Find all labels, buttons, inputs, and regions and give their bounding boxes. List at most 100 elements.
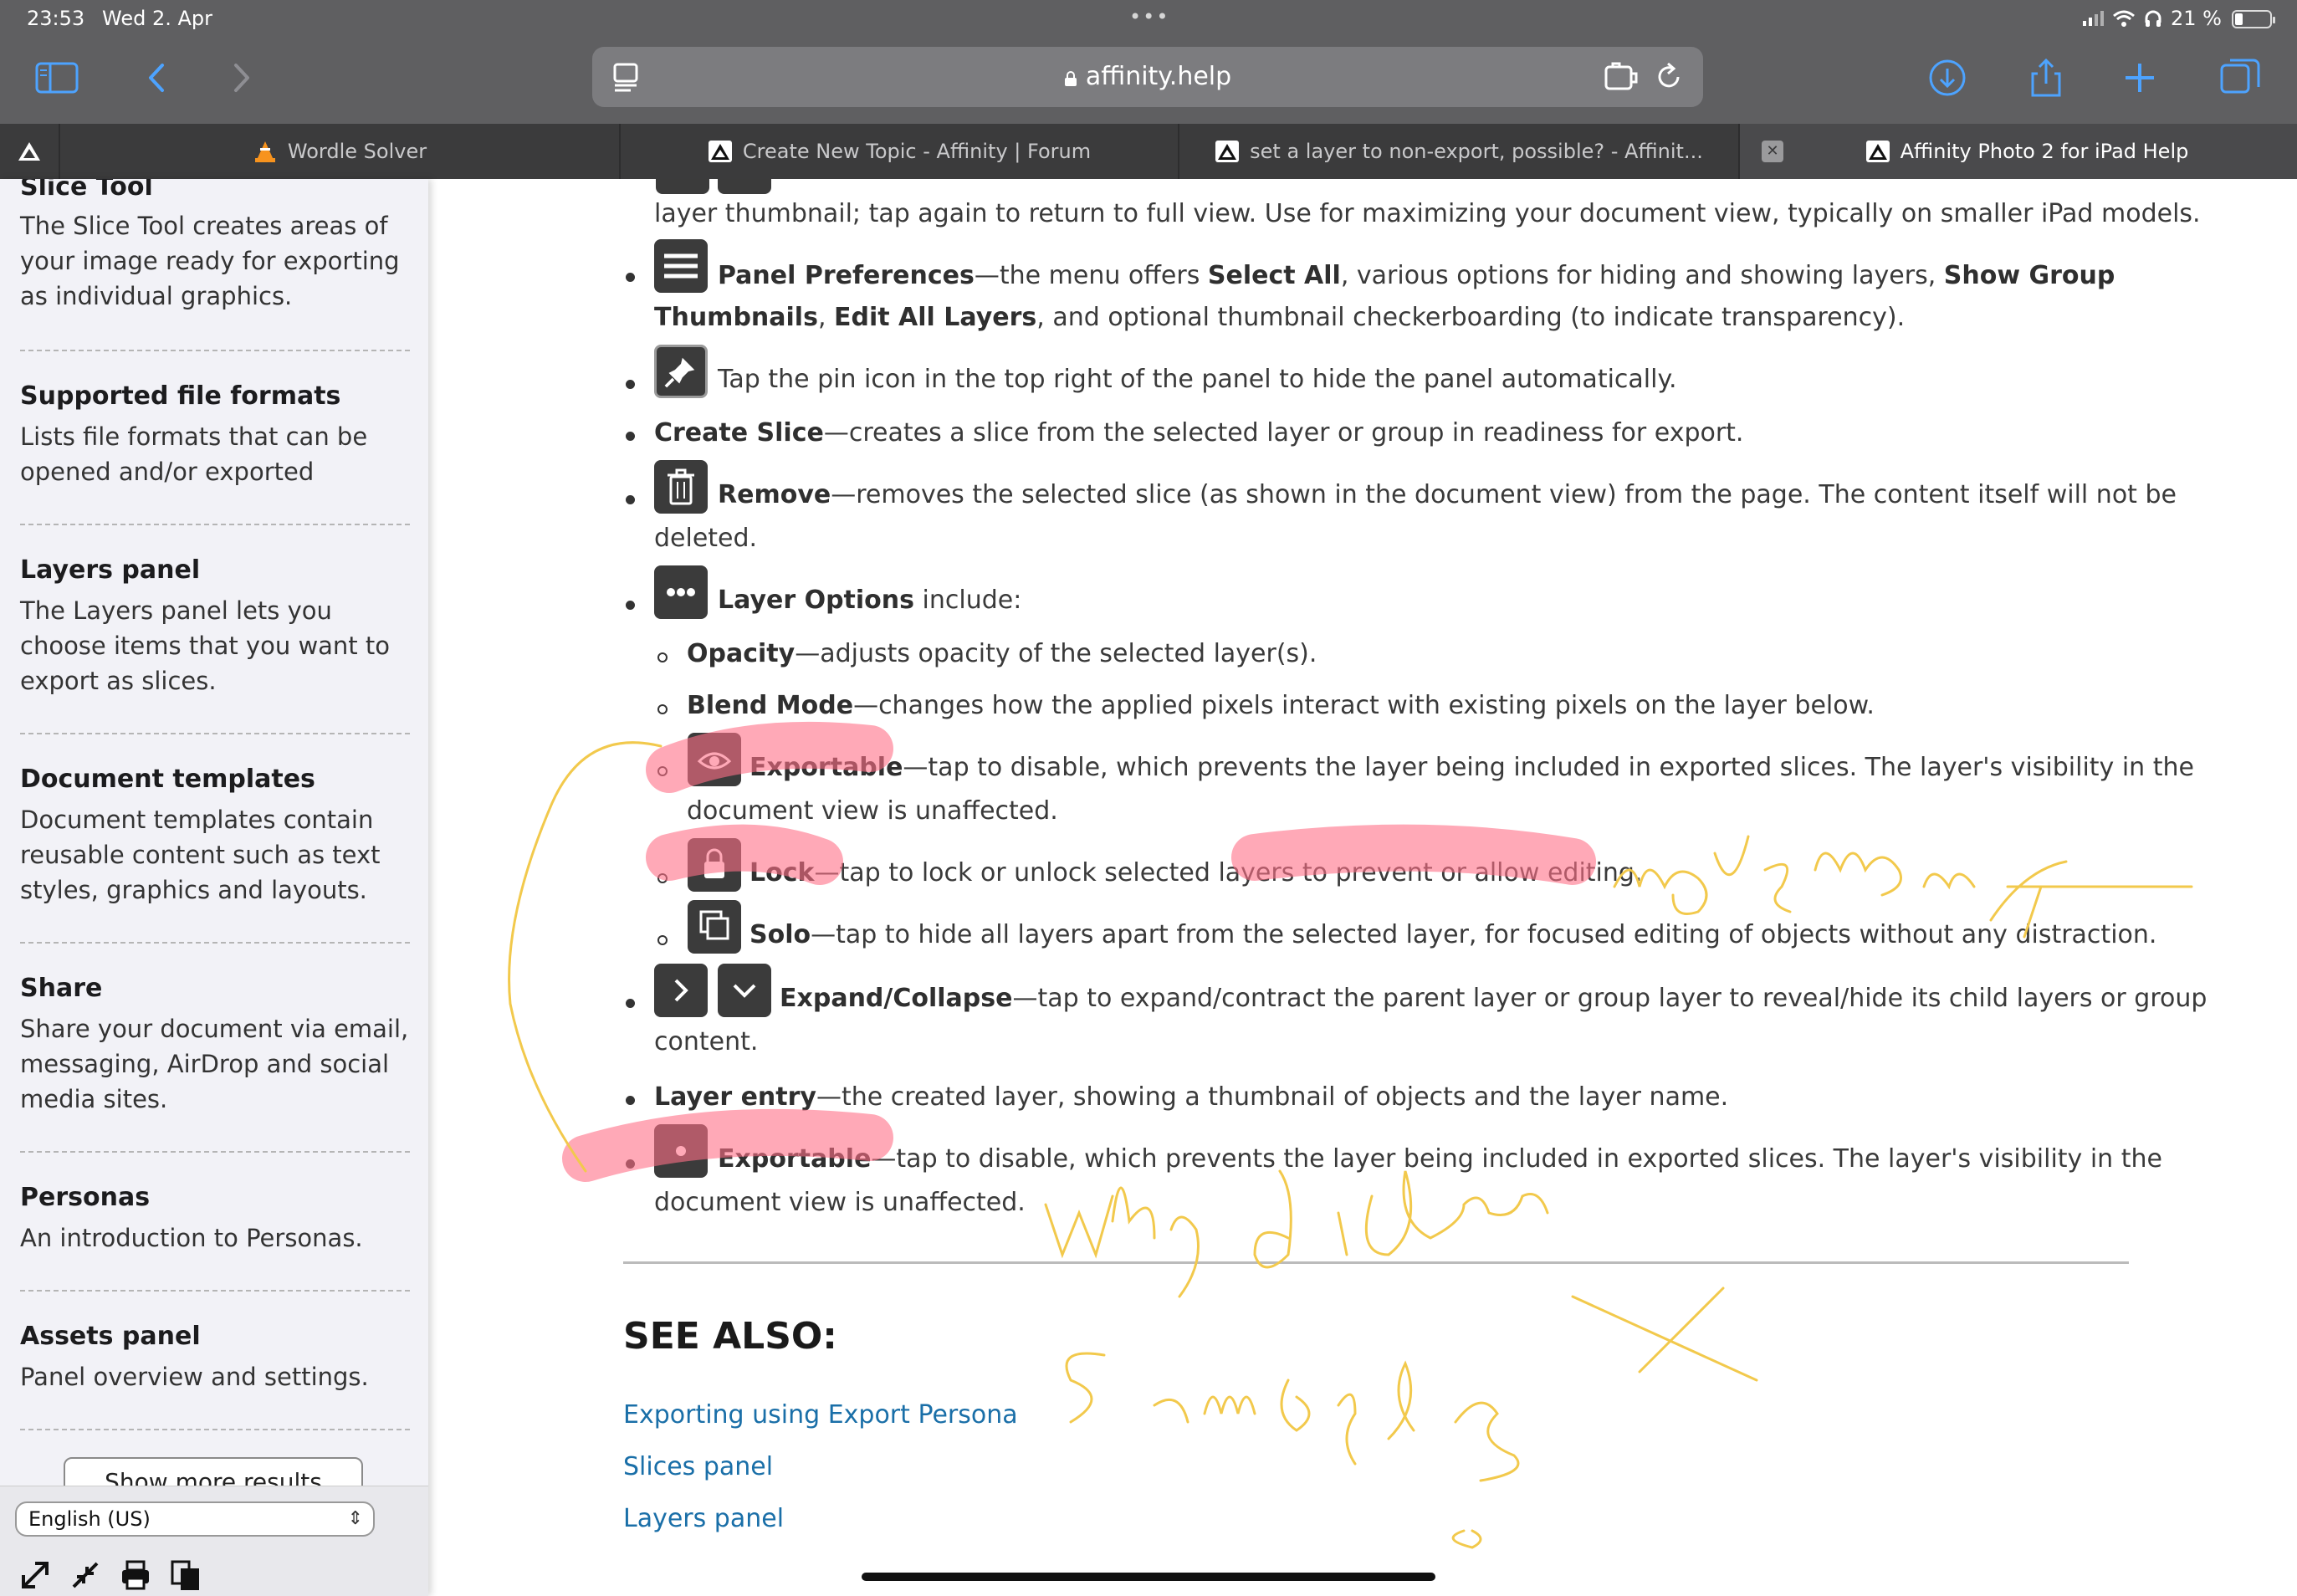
copy-icon[interactable] bbox=[169, 1558, 202, 1592]
result-title[interactable]: Layers panel bbox=[20, 555, 410, 585]
trash-icon bbox=[654, 460, 708, 514]
new-tab-icon[interactable] bbox=[2116, 57, 2163, 99]
result-title[interactable]: Assets panel bbox=[20, 1322, 410, 1351]
search-result[interactable]: Supported file formats Lists file format… bbox=[20, 381, 410, 489]
language-value: English (US) bbox=[28, 1507, 151, 1531]
bullet bbox=[626, 380, 635, 389]
divider bbox=[20, 350, 410, 351]
divider bbox=[20, 733, 410, 734]
sub-bullet bbox=[657, 704, 668, 714]
see-also-heading: SEE ALSO: bbox=[623, 1315, 837, 1358]
search-result[interactable]: Slice Tool The Slice Tool creates areas … bbox=[20, 179, 410, 314]
sub-bullet bbox=[657, 652, 668, 662]
affinity-logo-icon bbox=[17, 140, 42, 163]
search-result[interactable]: Assets panel Panel overview and settings… bbox=[20, 1322, 410, 1394]
exportable-dot-icon bbox=[654, 1124, 708, 1178]
expand-collapse-text-cont: content. bbox=[654, 1027, 759, 1056]
downloads-icon[interactable] bbox=[1924, 57, 1971, 99]
sub-bullet bbox=[657, 873, 668, 883]
address-bar[interactable]: affinity.help bbox=[592, 47, 1703, 107]
result-title[interactable]: Share bbox=[20, 974, 410, 1003]
search-result[interactable]: Share Share your document via email, mes… bbox=[20, 974, 410, 1117]
bullet bbox=[626, 1096, 635, 1105]
result-description: Share your document via email, messaging… bbox=[20, 1015, 409, 1113]
chevron-updown-icon: ⇕ bbox=[347, 1508, 363, 1529]
search-result[interactable]: Document templates Document templates co… bbox=[20, 765, 410, 908]
hamburger-menu-icon bbox=[654, 239, 708, 293]
bullet bbox=[626, 601, 635, 610]
link-export-persona[interactable]: Exporting using Export Persona bbox=[623, 1400, 1018, 1430]
home-indicator[interactable] bbox=[862, 1573, 1435, 1581]
battery-icon bbox=[2232, 10, 2275, 28]
blend-mode-text: Blend Mode—changes how the applied pixel… bbox=[687, 691, 1875, 720]
tab-set-layer-non-export[interactable]: set a layer to non-export, possible? - A… bbox=[1178, 124, 1738, 179]
exportable-eye-icon bbox=[688, 733, 741, 786]
share-icon[interactable] bbox=[2023, 57, 2069, 99]
reload-icon[interactable] bbox=[1653, 60, 1685, 94]
close-tab-icon[interactable]: ✕ bbox=[1762, 141, 1783, 162]
result-description: The Slice Tool creates areas of your ima… bbox=[20, 212, 400, 310]
tab-overview-icon[interactable] bbox=[2217, 57, 2264, 99]
collapse-icon[interactable] bbox=[69, 1558, 102, 1592]
expand-icon[interactable] bbox=[18, 1558, 52, 1592]
url-text[interactable]: affinity.help bbox=[592, 62, 1703, 91]
tab-bar: Wordle Solver Create New Topic - Affinit… bbox=[0, 124, 2297, 179]
result-description: An introduction to Personas. bbox=[20, 1224, 363, 1252]
help-article: layer thumbnail; tap again to return to … bbox=[428, 179, 2297, 1596]
divider bbox=[20, 1429, 410, 1430]
affinity-logo-icon bbox=[1215, 140, 1240, 163]
browser-toolbar: 23:53 Wed 2. Apr ••• 21 % affinity.help bbox=[0, 0, 2297, 124]
result-description: Lists file formats that can be opened an… bbox=[20, 422, 368, 486]
status-indicators: 21 % bbox=[2083, 7, 2222, 30]
back-icon[interactable] bbox=[134, 57, 181, 99]
expand-collapse-text: Expand/Collapse—tap to expand/contract t… bbox=[780, 984, 2207, 1013]
exportable-text-cont: document view is unaffected. bbox=[687, 796, 1058, 826]
forward-icon[interactable] bbox=[217, 57, 264, 99]
extension-icon[interactable] bbox=[1603, 60, 1640, 94]
status-time: 23:53 bbox=[27, 7, 85, 30]
link-layers-panel[interactable]: Layers panel bbox=[623, 1504, 784, 1533]
safari-window: { "status": { "time": "23:53", "date": "… bbox=[0, 0, 2297, 1596]
tab-affinity-photo-help[interactable]: ✕ Affinity Photo 2 for iPad Help bbox=[1738, 124, 2297, 179]
battery-percent: 21 % bbox=[2171, 7, 2222, 30]
tab-label: Affinity Photo 2 for iPad Help bbox=[1900, 140, 2189, 163]
tab-create-new-topic[interactable]: Create New Topic - Affinity | Forum bbox=[619, 124, 1178, 179]
full-view-icon bbox=[718, 179, 771, 194]
bullet bbox=[626, 495, 635, 504]
solo-icon bbox=[688, 900, 741, 954]
bullet bbox=[626, 273, 635, 282]
result-title[interactable]: Personas bbox=[20, 1183, 410, 1212]
remove-text-cont: deleted. bbox=[654, 524, 758, 553]
create-slice-text: Create Slice—creates a slice from the se… bbox=[654, 418, 1744, 448]
exportable-text: Exportable—tap to disable, which prevent… bbox=[749, 753, 2194, 782]
solo-text: Solo—tap to hide all layers apart from t… bbox=[749, 920, 2157, 949]
language-select[interactable]: English (US) ⇕ bbox=[15, 1501, 375, 1537]
search-result[interactable]: Layers panel The Layers panel lets you c… bbox=[20, 555, 410, 698]
result-title[interactable]: Supported file formats bbox=[20, 381, 410, 411]
sidebar-toggle-icon[interactable] bbox=[33, 57, 80, 99]
print-icon[interactable] bbox=[119, 1558, 152, 1592]
search-result[interactable]: Personas An introduction to Personas. bbox=[20, 1183, 410, 1256]
affinity-logo-icon bbox=[708, 140, 733, 163]
affinity-logo-icon bbox=[1865, 140, 1890, 163]
result-title[interactable]: Document templates bbox=[20, 765, 410, 794]
exportable-text-cont: document view is unaffected. bbox=[654, 1188, 1026, 1217]
panel-preferences-text: Panel Preferences—the menu offers Select… bbox=[718, 261, 2115, 290]
footer-tools bbox=[18, 1558, 202, 1592]
result-description: Document templates contain reusable cont… bbox=[20, 806, 381, 904]
layer-options-text: Layer Options include: bbox=[718, 586, 1022, 615]
tab-label: Create New Topic - Affinity | Forum bbox=[742, 140, 1092, 163]
status-date: Wed 2. Apr bbox=[102, 7, 212, 30]
multitask-dots[interactable]: ••• bbox=[1129, 5, 1169, 28]
sidebar-footer: English (US) ⇕ bbox=[0, 1486, 428, 1596]
result-title[interactable]: Slice Tool bbox=[20, 179, 410, 202]
link-slices-panel[interactable]: Slices panel bbox=[623, 1452, 773, 1481]
bullet bbox=[626, 999, 635, 1008]
remove-text: Remove—removes the selected slice (as sh… bbox=[718, 480, 2177, 509]
lock-text: Lock—tap to lock or unlock selected laye… bbox=[749, 858, 1643, 888]
tab-pinned-affinity[interactable] bbox=[0, 124, 59, 179]
sub-bullet bbox=[657, 766, 668, 776]
chevron-down-icon bbox=[718, 964, 771, 1017]
headphones-icon bbox=[2144, 9, 2162, 28]
tab-wordle-solver[interactable]: Wordle Solver bbox=[59, 124, 619, 179]
